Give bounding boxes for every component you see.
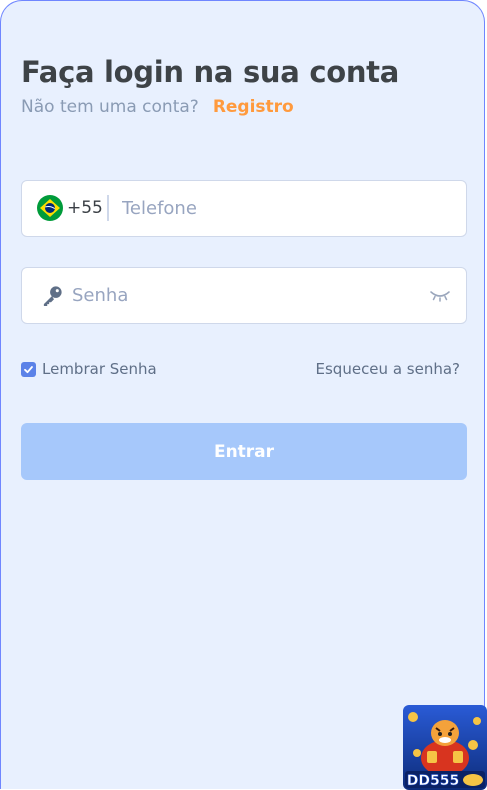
remember-password-checkbox[interactable]: Lembrar Senha <box>21 360 157 378</box>
eye-closed-icon[interactable] <box>429 288 451 302</box>
register-prompt: Não tem uma conta? Registro <box>21 97 294 117</box>
phone-field[interactable]: +55 <box>21 180 467 237</box>
page-title: Faça login na sua conta <box>21 55 400 89</box>
brazil-flag-icon <box>37 195 63 221</box>
password-field[interactable] <box>21 267 467 324</box>
phone-input[interactable] <box>122 181 456 236</box>
checkmark-icon <box>24 365 33 373</box>
country-code[interactable]: +55 <box>67 198 103 218</box>
register-link[interactable]: Registro <box>213 97 294 117</box>
key-icon <box>43 286 62 307</box>
forgot-password-link[interactable]: Esqueceu a senha? <box>316 360 460 378</box>
promo-brand-text: DD555 <box>407 773 459 789</box>
register-prompt-text: Não tem uma conta? <box>21 97 199 117</box>
login-button[interactable]: Entrar <box>21 423 467 480</box>
login-panel: Faça login na sua conta Não tem uma cont… <box>0 0 487 790</box>
promo-badge[interactable]: DD555 <box>403 705 487 790</box>
checkbox-box[interactable] <box>21 361 36 377</box>
field-divider <box>107 195 109 221</box>
password-input[interactable] <box>72 268 421 323</box>
remember-label: Lembrar Senha <box>42 360 157 378</box>
promo-image: DD555 <box>403 705 487 790</box>
